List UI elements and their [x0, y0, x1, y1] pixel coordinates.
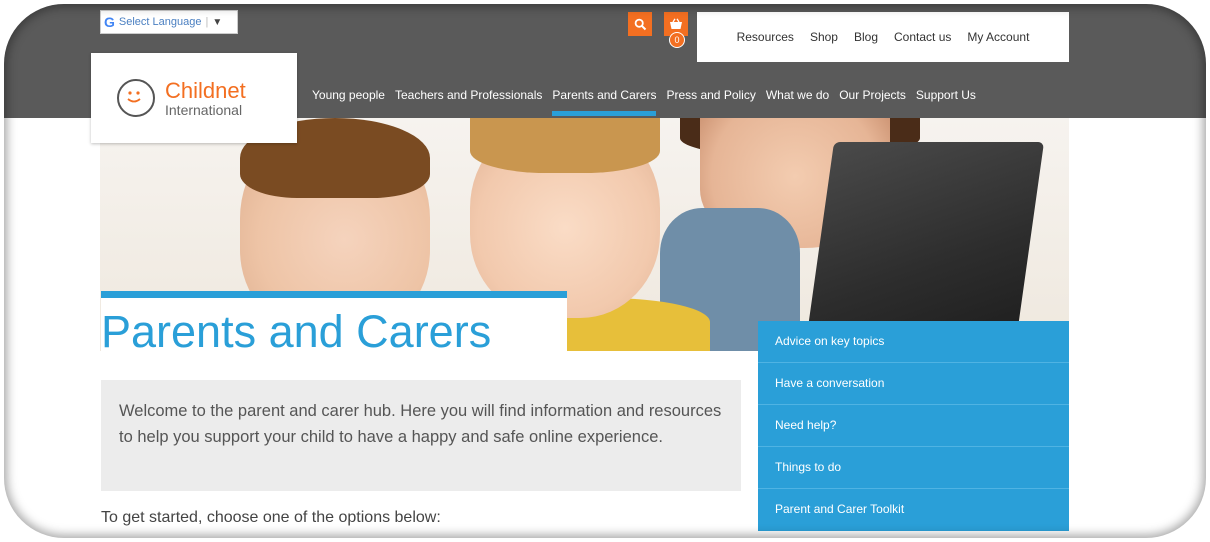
side-menu-parent-and-carer-toolkit[interactable]: Parent and Carer Toolkit	[758, 489, 1069, 531]
welcome-text: Welcome to the parent and carer hub. Her…	[101, 380, 741, 491]
google-translate-selector[interactable]: G Select Language | ▼	[100, 10, 238, 34]
side-menu-advice-on-key-topics[interactable]: Advice on key topics	[758, 321, 1069, 363]
dropdown-arrow-icon: ▼	[212, 16, 223, 28]
top-link-shop[interactable]: Shop	[810, 30, 838, 44]
title-accent-bar	[101, 291, 567, 298]
nav-press-and-policy[interactable]: Press and Policy	[666, 86, 760, 116]
page-title: Parents and Carers	[101, 306, 492, 357]
top-link-contact-us[interactable]: Contact us	[894, 30, 951, 44]
get-started-text: To get started, choose one of the option…	[101, 509, 441, 526]
browser-frame: G Select Language | ▼ 0 Resources Shop B…	[0, 0, 1210, 542]
top-links-bar: Resources Shop Blog Contact us My Accoun…	[697, 12, 1069, 62]
search-button[interactable]	[628, 12, 652, 36]
search-icon	[634, 18, 646, 30]
nav-parents-and-carers[interactable]: Parents and Carers	[552, 86, 661, 116]
logo-subtitle: International	[165, 101, 243, 118]
google-icon: G	[104, 14, 115, 30]
nav-teachers-and-professionals[interactable]: Teachers and Professionals	[395, 86, 547, 116]
top-link-blog[interactable]: Blog	[854, 30, 878, 44]
top-link-my-account[interactable]: My Account	[967, 30, 1029, 44]
nav-what-we-do[interactable]: What we do	[766, 86, 834, 116]
logo-name: Childnet	[165, 77, 246, 103]
side-menu-have-a-conversation[interactable]: Have a conversation	[758, 363, 1069, 405]
main-navigation: Young people Teachers and Professionals …	[312, 86, 986, 116]
basket-icon	[670, 18, 682, 29]
section-side-menu: Advice on key topics Have a conversation…	[758, 321, 1069, 531]
language-select-label: Select Language	[118, 16, 202, 28]
cart-count-badge: 0	[669, 32, 685, 48]
top-link-resources[interactable]: Resources	[737, 30, 794, 44]
side-menu-need-help[interactable]: Need help?	[758, 405, 1069, 447]
smiley-logo-icon	[117, 79, 155, 117]
nav-our-projects[interactable]: Our Projects	[839, 86, 911, 116]
laptop-graphic	[805, 142, 1045, 342]
side-menu-things-to-do[interactable]: Things to do	[758, 447, 1069, 489]
nav-support-us[interactable]: Support Us	[916, 86, 981, 116]
divider: |	[205, 16, 209, 28]
nav-young-people[interactable]: Young people	[312, 86, 390, 116]
site-logo[interactable]: Childnet International	[91, 53, 297, 143]
